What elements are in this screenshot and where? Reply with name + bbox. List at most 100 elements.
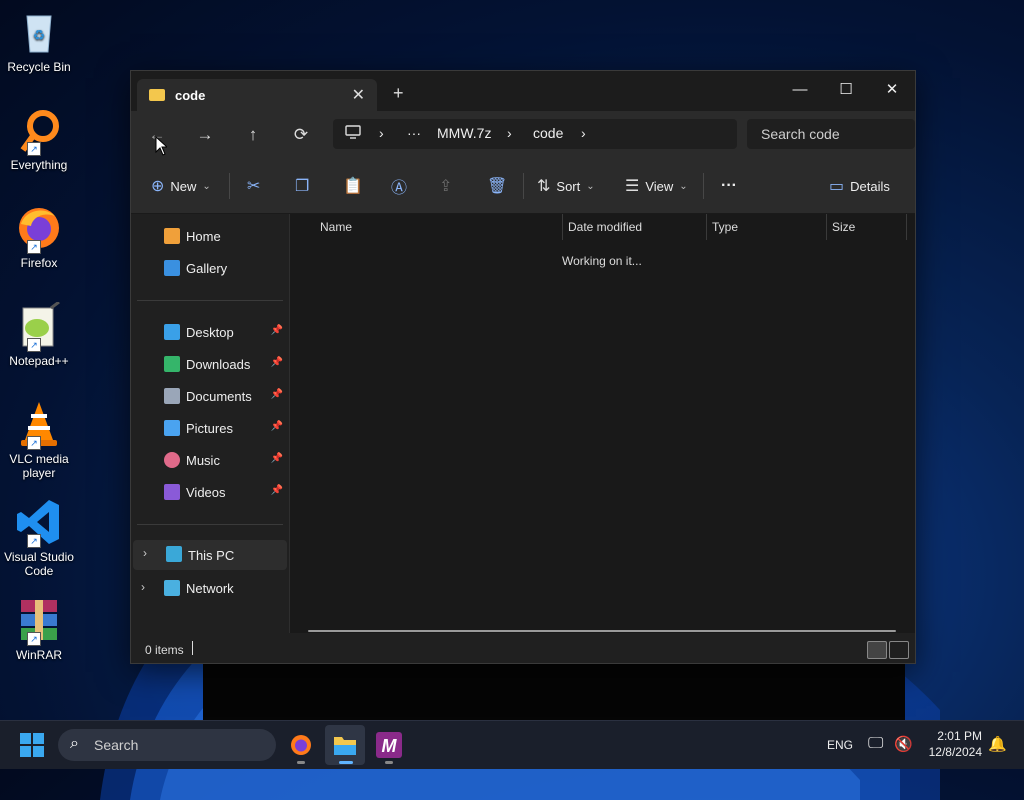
chevron-right-icon[interactable]: ›	[143, 546, 147, 560]
sidebar-item-label: Home	[186, 229, 221, 244]
column-divider[interactable]	[906, 214, 907, 240]
column-divider[interactable]	[706, 214, 707, 240]
pin-icon[interactable]: 📌	[271, 389, 283, 400]
delete-button[interactable]: 🗑	[487, 159, 507, 213]
pin-icon[interactable]: 📌	[271, 357, 283, 368]
pin-icon[interactable]: 📌	[271, 421, 283, 432]
desktop-icon-firefox[interactable]: ↗ Firefox	[0, 204, 78, 270]
mmw-app-icon: M	[376, 732, 402, 758]
music-folder-icon	[164, 452, 180, 468]
column-header-type[interactable]: Type	[712, 214, 738, 240]
sidebar-item-desktop[interactable]: Desktop 📌	[131, 318, 287, 346]
file-explorer-window: code ✕ + — ☐ ✕ ← → ↑ ⟳ › ··· MMW.7z › co…	[130, 70, 916, 664]
address-bar[interactable]: › ··· MMW.7z › code ›	[333, 119, 737, 149]
start-button[interactable]	[20, 733, 44, 757]
file-explorer-icon	[334, 737, 356, 755]
sidebar-item-home[interactable]: Home	[131, 222, 287, 250]
copy-button[interactable]: ❐	[295, 159, 309, 213]
column-divider[interactable]	[562, 214, 563, 240]
details-pane-icon: ▭	[829, 178, 845, 195]
toolbar-divider	[523, 173, 524, 199]
pin-icon[interactable]: 📌	[271, 325, 283, 336]
chevron-right-icon[interactable]: ›	[141, 580, 145, 594]
desktop-icon-vlc[interactable]: ↗ VLC media player	[0, 400, 78, 480]
vscode-icon: ↗	[15, 498, 63, 548]
column-divider[interactable]	[826, 214, 827, 240]
volume-muted-icon[interactable]: 🔇	[894, 735, 913, 783]
sidebar-item-label: Downloads	[186, 357, 251, 372]
rename-button[interactable]: Ⓐ	[391, 159, 407, 213]
sidebar-item-videos[interactable]: Videos 📌	[131, 478, 287, 506]
sidebar-item-gallery[interactable]: Gallery	[131, 254, 287, 282]
up-button[interactable]: ↑	[239, 121, 267, 149]
column-header-date-modified[interactable]: Date modified	[568, 214, 642, 240]
sidebar-item-label: Music	[186, 453, 220, 468]
sort-button[interactable]: ⇅ Sort ⌄	[537, 159, 595, 213]
desktop-icon-label: Notepad++	[9, 354, 69, 368]
recycle-bin-icon: ♻	[15, 8, 63, 56]
sidebar-item-pictures[interactable]: Pictures 📌	[131, 414, 287, 442]
breadcrumb-separator[interactable]: ›	[379, 125, 384, 141]
column-header-name[interactable]: Name	[320, 214, 352, 240]
close-tab-icon[interactable]: ✕	[352, 85, 365, 105]
forward-button[interactable]: →	[191, 121, 219, 149]
close-window-button[interactable]: ✕	[869, 75, 915, 105]
taskbar-search[interactable]: ⌕ Search	[58, 729, 276, 761]
share-button[interactable]: ⇪	[439, 159, 452, 213]
shortcut-arrow-icon: ↗	[27, 534, 41, 548]
desktop-icon-winrar[interactable]: ↗ WinRAR	[0, 596, 78, 662]
sidebar-item-label: Desktop	[186, 325, 234, 340]
new-button[interactable]: ⊕ New ⌄	[151, 159, 211, 213]
taskbar-mmw-app[interactable]: M	[369, 725, 409, 765]
maximize-button[interactable]: ☐	[823, 75, 869, 105]
tab-code[interactable]: code ✕	[137, 79, 377, 111]
vlc-cone-icon: ↗	[15, 400, 63, 450]
breadcrumb-separator[interactable]: ›	[581, 125, 586, 141]
taskbar-file-explorer[interactable]	[325, 725, 365, 765]
search-icon: ⌕	[70, 735, 79, 752]
desktop-icon-vscode[interactable]: ↗ Visual Studio Code	[0, 498, 78, 578]
running-indicator	[385, 761, 393, 764]
active-indicator	[339, 761, 353, 764]
details-button[interactable]: ▭ Details	[829, 159, 890, 213]
new-tab-button[interactable]: +	[393, 83, 404, 104]
breadcrumb-item-code[interactable]: code	[533, 125, 563, 141]
paste-button[interactable]: 📋	[343, 159, 363, 213]
sidebar-item-this-pc[interactable]: › This PC	[133, 540, 287, 570]
sidebar-item-documents[interactable]: Documents 📌	[131, 382, 287, 410]
network-status-icon[interactable]: 🖵	[868, 735, 883, 783]
home-icon	[164, 228, 180, 244]
breadcrumb-item-mmw7z[interactable]: MMW.7z	[437, 125, 491, 141]
shortcut-arrow-icon: ↗	[27, 338, 41, 352]
pin-icon[interactable]: 📌	[271, 453, 283, 464]
view-button[interactable]: ☰ View ⌄	[625, 159, 688, 213]
search-box[interactable]: Search code	[747, 119, 915, 149]
desktop-icon-everything[interactable]: ↗ Everything	[0, 106, 78, 172]
cut-button[interactable]: ✂	[247, 159, 260, 213]
sidebar-item-music[interactable]: Music 📌	[131, 446, 287, 474]
desktop-icon-notepad-plus-plus[interactable]: ↗ Notepad++	[0, 300, 78, 368]
breadcrumb-separator[interactable]: ›	[507, 125, 512, 141]
shortcut-arrow-icon: ↗	[27, 240, 41, 254]
sidebar-item-label: Documents	[186, 389, 252, 404]
minimize-button[interactable]: —	[777, 75, 823, 105]
details-view-icon[interactable]	[867, 641, 887, 659]
notepad-plus-plus-icon: ↗	[15, 300, 63, 352]
desktop-icon-recycle-bin[interactable]: ♻ Recycle Bin	[0, 8, 78, 74]
computer-icon	[345, 124, 361, 143]
sidebar-item-network[interactable]: › Network	[131, 574, 287, 602]
taskbar-firefox[interactable]	[281, 725, 321, 765]
pin-icon[interactable]: 📌	[271, 485, 283, 496]
chevron-down-icon: ⌄	[586, 180, 595, 192]
desktop-icon-label: Firefox	[20, 256, 58, 270]
large-icons-view-icon[interactable]	[889, 641, 909, 659]
see-more-button[interactable]: ···	[721, 159, 737, 213]
clock[interactable]: 2:01 PM 12/8/2024	[926, 729, 982, 777]
column-header-size[interactable]: Size	[832, 214, 855, 240]
input-language[interactable]: ENG	[827, 738, 853, 786]
breadcrumb-more[interactable]: ···	[407, 125, 421, 141]
sidebar-item-downloads[interactable]: Downloads 📌	[131, 350, 287, 378]
notification-bell-icon[interactable]: 🔔	[988, 735, 1007, 783]
horizontal-scrollbar[interactable]	[308, 630, 896, 632]
refresh-button[interactable]: ⟳	[287, 121, 315, 149]
